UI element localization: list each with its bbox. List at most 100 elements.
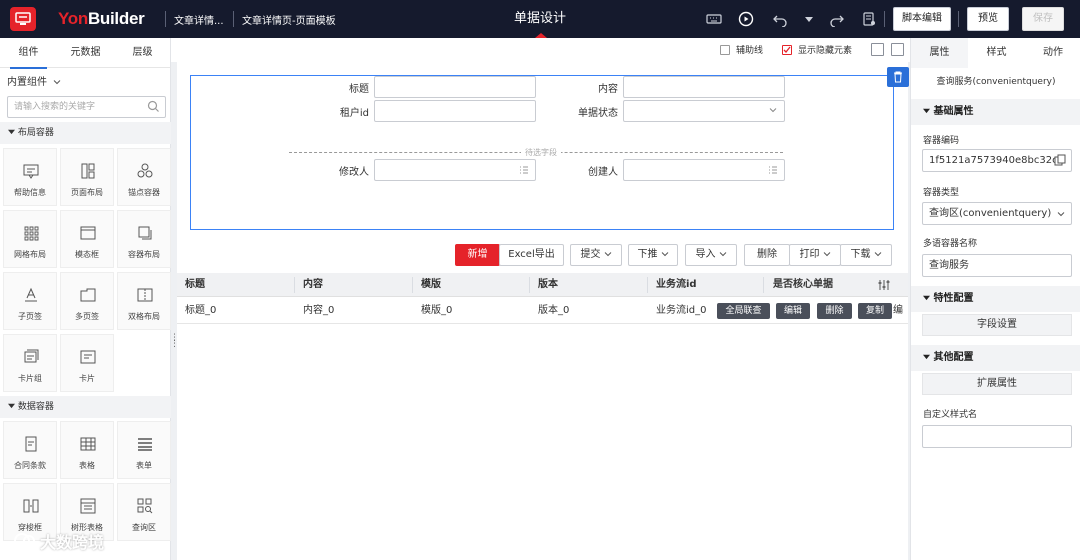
aux-line-checkbox[interactable] [720, 45, 730, 55]
chevron-down-icon[interactable] [801, 11, 817, 27]
status-select[interactable] [623, 100, 785, 122]
component-query-area[interactable]: 查询区 [117, 483, 171, 541]
modifier-field[interactable] [374, 159, 536, 181]
component-double-layout[interactable]: 双格布局 [117, 272, 171, 330]
component-form[interactable]: 表单 [117, 421, 171, 479]
query-area-container[interactable]: 标题 内容 租户id 单据状态 待选字段 修改人 创建人 [190, 67, 909, 230]
divider [165, 11, 166, 27]
add-button[interactable]: 新增 [455, 244, 500, 266]
tab-hierarchy[interactable]: 层级 [114, 38, 171, 68]
design-canvas: 标题 内容 租户id 单据状态 待选字段 修改人 创建人 新增 Excel导出 … [177, 62, 909, 560]
optional-fields-label: 待选字段 [521, 147, 561, 158]
breadcrumb-item[interactable]: 文章详情页-页面模板 [242, 12, 336, 27]
breadcrumb-item[interactable]: 文章详情... [174, 12, 224, 27]
column-header[interactable]: 标题 [177, 273, 205, 297]
table-cell: 版本_0 [538, 305, 570, 316]
tab-metadata[interactable]: 元数据 [57, 38, 114, 68]
tab-actions[interactable]: 动作 [1025, 38, 1080, 68]
component-grid-layout[interactable]: 网格布局 [3, 210, 57, 268]
excel-export-button[interactable]: Excel导出 [499, 244, 564, 266]
field-label-tenant: 租户id [339, 108, 369, 119]
global-query-button[interactable]: 全局联查 [717, 303, 770, 319]
script-edit-button[interactable]: 脚本编辑 [893, 7, 951, 31]
import-button[interactable]: 导入 [685, 244, 737, 266]
caret-down-icon [923, 354, 930, 360]
table-cell: 业务流id_0 [656, 305, 707, 316]
save-button[interactable]: 保存 [1022, 7, 1064, 31]
extended-properties-button[interactable]: 扩展属性 [922, 373, 1072, 395]
component-container-layout[interactable]: 容器布局 [117, 210, 171, 268]
section-feature-config[interactable]: 特性配置 [911, 286, 1080, 312]
keyboard-icon[interactable] [706, 11, 722, 27]
title-field[interactable] [374, 76, 536, 98]
container-type-select[interactable]: 查询区(convenientquery) [922, 202, 1072, 225]
tab-components[interactable]: 组件 [0, 38, 57, 69]
table-row[interactable]: 标题_0 内容_0 模版_0 版本_0 业务流id_0 全局联查 编辑 删除 复… [177, 298, 908, 324]
group-layout-containers[interactable]: 布局容器 [0, 122, 171, 144]
tab-properties[interactable]: 属性 [911, 38, 968, 68]
app-logo-icon[interactable] [10, 7, 36, 31]
delete-button[interactable]: 删除 [744, 244, 790, 266]
copy-icon[interactable] [1054, 154, 1067, 167]
column-settings-icon[interactable] [877, 278, 891, 292]
component-search-input[interactable]: 请输入搜索的关键字 [7, 96, 166, 118]
query-icon [137, 498, 153, 514]
component-label: 合同条款 [14, 461, 46, 470]
tenant-id-field[interactable] [374, 100, 536, 122]
download-button[interactable]: 下载 [840, 244, 892, 266]
divider [958, 11, 959, 27]
column-header[interactable]: 业务流id [648, 273, 697, 297]
push-down-button[interactable]: 下推 [628, 244, 678, 266]
document-settings-icon[interactable] [861, 11, 877, 27]
aux-line-label: 辅助线 [736, 46, 764, 56]
custom-style-input[interactable] [922, 425, 1072, 448]
show-hidden-checkbox[interactable] [782, 45, 792, 55]
component-source-select[interactable]: 内置组件 [7, 73, 61, 88]
caret-down-icon [923, 295, 930, 301]
text-underline-icon [25, 287, 37, 302]
component-label: 锚点容器 [128, 188, 160, 197]
component-anchor-container[interactable]: 锚点容器 [117, 148, 171, 206]
layout-split-icon[interactable] [871, 43, 884, 56]
redo-icon[interactable] [829, 11, 845, 28]
component-modal[interactable]: 模态框 [60, 210, 114, 268]
component-table[interactable]: 表格 [60, 421, 114, 479]
multilang-name-field[interactable]: 查询服务 [922, 254, 1072, 277]
component-multi-tab[interactable]: 多页签 [60, 272, 114, 330]
table-header: 标题 内容 模版 版本 业务流id 是否核心单据 [177, 273, 908, 297]
content-field[interactable] [623, 76, 785, 98]
play-icon[interactable] [738, 11, 754, 27]
component-page-layout[interactable]: 页面布局 [60, 148, 114, 206]
component-card-group[interactable]: 卡片组 [3, 334, 57, 392]
chevron-down-icon [661, 252, 668, 257]
component-card[interactable]: 卡片 [60, 334, 114, 392]
delete-container-button[interactable] [887, 67, 909, 87]
section-other-config[interactable]: 其他配置 [911, 345, 1080, 371]
edit-button[interactable]: 编辑 [776, 303, 810, 319]
column-header[interactable]: 是否核心单据 [765, 273, 833, 297]
tab-styles[interactable]: 样式 [968, 38, 1025, 68]
column-header[interactable]: 版本 [530, 273, 558, 297]
panel-resize-handle[interactable]: ⋮ ⋮ [170, 334, 179, 349]
component-help-info[interactable]: 帮助信息 [3, 148, 57, 206]
component-sub-tab[interactable]: 子页签 [3, 272, 57, 330]
group-data-containers[interactable]: 数据容器 [0, 396, 171, 418]
caret-down-icon [8, 129, 15, 135]
creator-field[interactable] [623, 159, 785, 181]
container-code-field[interactable]: 1f5121a7573940e8bc32c2 [922, 149, 1072, 172]
layout-columns-icon[interactable] [891, 43, 904, 56]
component-label: 表格 [79, 461, 95, 470]
undo-icon[interactable] [772, 11, 788, 28]
canvas-toolbar: 辅助线 显示隐藏元素 [171, 38, 910, 62]
section-basic-properties[interactable]: 基础属性 [911, 99, 1080, 125]
field-label-modifier: 修改人 [339, 167, 369, 178]
chevron-down-icon [604, 252, 611, 257]
field-settings-button[interactable]: 字段设置 [922, 314, 1072, 336]
submit-button[interactable]: 提交 [570, 244, 622, 266]
row-delete-button[interactable]: 删除 [817, 303, 852, 319]
print-button[interactable]: 打印 [789, 244, 841, 266]
column-header[interactable]: 内容 [295, 273, 323, 297]
column-header[interactable]: 模版 [413, 273, 441, 297]
preview-button[interactable]: 预览 [967, 7, 1009, 31]
component-contract-terms[interactable]: 合同条款 [3, 421, 57, 479]
